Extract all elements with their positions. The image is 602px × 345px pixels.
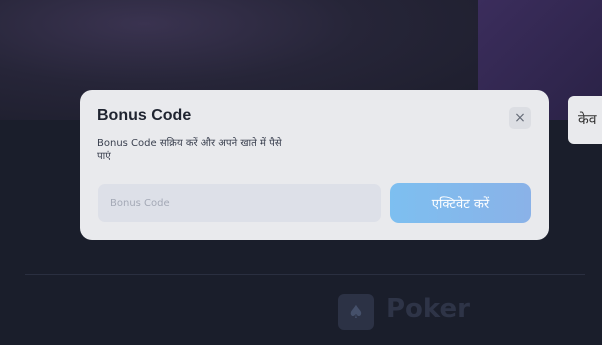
poker-icon: ♠ <box>338 294 374 330</box>
modal-title: Bonus Code <box>97 107 192 124</box>
bonus-code-input[interactable] <box>98 184 381 222</box>
modal-description: Bonus Code सक्रिय करें और अपने खाते में … <box>97 138 282 162</box>
close-icon[interactable]: × <box>509 107 531 129</box>
activate-button[interactable]: एक्टिवेट करें <box>390 183 531 223</box>
side-action-button[interactable]: केव <box>568 96 602 144</box>
poker-label[interactable]: Poker <box>386 294 470 324</box>
bonus-code-modal: Bonus Code × Bonus Code सक्रिय करें और अ… <box>80 90 549 240</box>
divider <box>25 274 585 275</box>
